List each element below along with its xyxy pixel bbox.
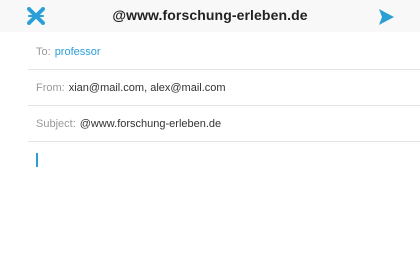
close-icon[interactable]: [26, 6, 46, 26]
send-icon[interactable]: [376, 7, 396, 27]
to-label: To:: [36, 45, 51, 58]
to-recipient[interactable]: professor: [55, 46, 101, 58]
message-body[interactable]: [0, 143, 420, 280]
compose-title: @www.forschung-erleben.de: [112, 7, 308, 23]
text-caret: [36, 153, 38, 167]
from-field[interactable]: From: xian@mail.com, alex@mail.com: [28, 70, 420, 106]
from-value[interactable]: xian@mail.com, alex@mail.com: [69, 82, 226, 94]
to-field[interactable]: To: professor: [28, 34, 420, 70]
compose-navbar: @www.forschung-erleben.de: [0, 0, 420, 32]
subject-value[interactable]: @www.forschung-erleben.de: [80, 118, 221, 130]
subject-field[interactable]: Subject: @www.forschung-erleben.de: [28, 106, 420, 142]
from-label: From:: [36, 81, 65, 94]
subject-label: Subject:: [36, 117, 76, 130]
